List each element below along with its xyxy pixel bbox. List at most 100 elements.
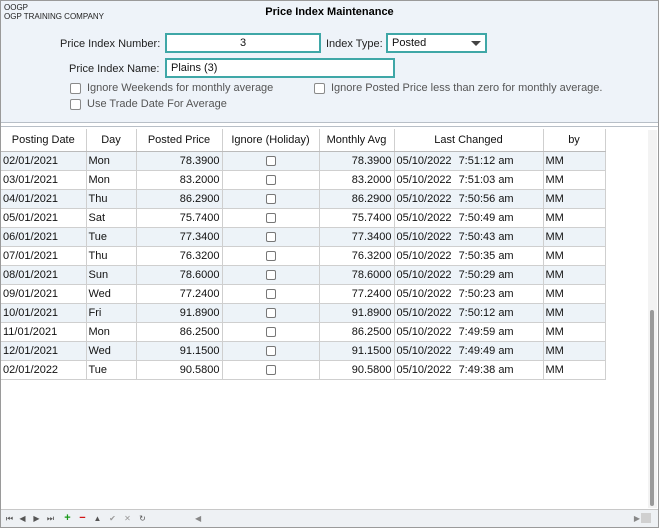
cell-by[interactable]: MM <box>543 360 606 380</box>
ignore-negative-checkbox[interactable]: Ignore Posted Price less than zero for m… <box>314 82 602 94</box>
col-posting-date[interactable]: Posting Date <box>1 129 87 152</box>
cell-posting-date[interactable]: 07/01/2021 <box>1 246 87 266</box>
cell-posting-date[interactable]: 02/01/2021 <box>1 151 87 171</box>
cell-ignore-holiday[interactable] <box>222 284 320 304</box>
cell-posted-price[interactable]: 86.2500 <box>136 322 223 342</box>
table-row[interactable]: 11/01/2021 Mon 86.2500 86.2500 05/10/2022 7:4… <box>1 322 606 342</box>
next-record-icon[interactable]: ▶ <box>31 513 42 524</box>
holiday-checkbox[interactable] <box>265 193 276 204</box>
holiday-checkbox[interactable] <box>265 326 276 337</box>
ignore-weekends-checkbox[interactable]: Ignore Weekends for monthly average <box>70 82 273 94</box>
index-number-field[interactable]: 3 <box>165 33 321 53</box>
cell-by[interactable]: MM <box>543 322 606 342</box>
cell-posting-date[interactable]: 10/01/2021 <box>1 303 87 323</box>
last-record-icon[interactable]: ⏭ <box>45 513 56 524</box>
cell-ignore-holiday[interactable] <box>222 151 320 171</box>
cell-posting-date[interactable]: 05/01/2021 <box>1 208 87 228</box>
cell-by[interactable]: MM <box>543 189 606 209</box>
edit-record-icon[interactable]: ▲ <box>92 513 103 524</box>
cell-ignore-holiday[interactable] <box>222 360 320 380</box>
cell-posted-price[interactable]: 77.3400 <box>136 227 223 247</box>
cell-monthly-avg[interactable]: 86.2900 <box>319 189 395 209</box>
insert-record-icon[interactable]: + <box>62 513 73 524</box>
cell-by[interactable]: MM <box>543 151 606 171</box>
cell-monthly-avg[interactable]: 78.6000 <box>319 265 395 285</box>
col-day[interactable]: Day <box>86 129 137 152</box>
table-row[interactable]: 06/01/2021 Tue 77.3400 77.3400 05/10/2022 7:5… <box>1 227 606 247</box>
cell-last-changed[interactable]: 05/10/2022 7:50:56 am <box>394 189 544 209</box>
cell-ignore-holiday[interactable] <box>222 341 320 361</box>
cell-day[interactable]: Mon <box>86 170 137 190</box>
index-name-field[interactable]: Plains (3) <box>165 58 395 78</box>
cell-ignore-holiday[interactable] <box>222 189 320 209</box>
cell-ignore-holiday[interactable] <box>222 208 320 228</box>
cell-posted-price[interactable]: 83.2000 <box>136 170 223 190</box>
cell-last-changed[interactable]: 05/10/2022 7:50:35 am <box>394 246 544 266</box>
cell-ignore-holiday[interactable] <box>222 265 320 285</box>
cell-last-changed[interactable]: 05/10/2022 7:51:03 am <box>394 170 544 190</box>
holiday-checkbox[interactable] <box>265 174 276 185</box>
cell-by[interactable]: MM <box>543 341 606 361</box>
holiday-checkbox[interactable] <box>265 155 276 166</box>
cell-by[interactable]: MM <box>543 208 606 228</box>
holiday-checkbox[interactable] <box>265 364 276 375</box>
cell-day[interactable]: Tue <box>86 360 137 380</box>
cell-posted-price[interactable]: 91.1500 <box>136 341 223 361</box>
delete-record-icon[interactable]: − <box>77 513 88 524</box>
cell-day[interactable]: Wed <box>86 284 137 304</box>
col-ignore-holiday[interactable]: Ignore (Holiday) <box>222 129 320 152</box>
cell-ignore-holiday[interactable] <box>222 303 320 323</box>
cell-last-changed[interactable]: 05/10/2022 7:50:43 am <box>394 227 544 247</box>
cell-posted-price[interactable]: 78.6000 <box>136 265 223 285</box>
horizontal-scrollbar[interactable]: ◀ ▶ <box>195 514 640 523</box>
cell-day[interactable]: Mon <box>86 322 137 342</box>
post-edit-icon[interactable]: ✔ <box>107 513 118 524</box>
cell-posted-price[interactable]: 91.8900 <box>136 303 223 323</box>
refresh-data-icon[interactable]: ↻ <box>137 513 148 524</box>
table-row[interactable]: 02/01/2021 Mon 78.3900 78.3900 05/10/2022 7:5… <box>1 151 606 171</box>
cell-monthly-avg[interactable]: 77.3400 <box>319 227 395 247</box>
cell-monthly-avg[interactable]: 76.3200 <box>319 246 395 266</box>
cell-last-changed[interactable]: 05/10/2022 7:50:49 am <box>394 208 544 228</box>
table-row[interactable]: 12/01/2021 Wed 91.1500 91.1500 05/10/2022 7:4… <box>1 341 606 361</box>
cell-posting-date[interactable]: 03/01/2021 <box>1 170 87 190</box>
cell-day[interactable]: Mon <box>86 151 137 171</box>
holiday-checkbox[interactable] <box>265 307 276 318</box>
cell-posting-date[interactable]: 02/01/2022 <box>1 360 87 380</box>
price-grid[interactable]: Posting Date Day Posted Price Ignore (Ho… <box>1 129 658 509</box>
holiday-checkbox[interactable] <box>265 250 276 261</box>
use-trade-date-checkbox[interactable]: Use Trade Date For Average <box>70 98 227 110</box>
col-by[interactable]: by <box>543 129 606 152</box>
cell-posted-price[interactable]: 75.7400 <box>136 208 223 228</box>
cancel-edit-icon[interactable]: ✕ <box>122 513 133 524</box>
cell-posting-date[interactable]: 11/01/2021 <box>1 322 87 342</box>
cell-posted-price[interactable]: 76.3200 <box>136 246 223 266</box>
cell-monthly-avg[interactable]: 86.2500 <box>319 322 395 342</box>
cell-ignore-holiday[interactable] <box>222 227 320 247</box>
holiday-checkbox[interactable] <box>265 231 276 242</box>
table-row[interactable]: 08/01/2021 Sun 78.6000 78.6000 05/10/2022 7:5… <box>1 265 606 285</box>
cell-last-changed[interactable]: 05/10/2022 7:51:12 am <box>394 151 544 171</box>
col-last-changed[interactable]: Last Changed <box>394 129 544 152</box>
cell-last-changed[interactable]: 05/10/2022 7:49:49 am <box>394 341 544 361</box>
cell-ignore-holiday[interactable] <box>222 322 320 342</box>
scroll-thumb[interactable] <box>650 310 654 506</box>
prior-record-icon[interactable]: ◀ <box>17 513 28 524</box>
cell-day[interactable]: Sun <box>86 265 137 285</box>
cell-by[interactable]: MM <box>543 303 606 323</box>
cell-posted-price[interactable]: 86.2900 <box>136 189 223 209</box>
cell-monthly-avg[interactable]: 83.2000 <box>319 170 395 190</box>
cell-last-changed[interactable]: 05/10/2022 7:49:38 am <box>394 360 544 380</box>
cell-monthly-avg[interactable]: 75.7400 <box>319 208 395 228</box>
cell-last-changed[interactable]: 05/10/2022 7:49:59 am <box>394 322 544 342</box>
table-row[interactable]: 05/01/2021 Sat 75.7400 75.7400 05/10/2022 7:5… <box>1 208 606 228</box>
cell-posted-price[interactable]: 77.2400 <box>136 284 223 304</box>
cell-monthly-avg[interactable]: 77.2400 <box>319 284 395 304</box>
cell-ignore-holiday[interactable] <box>222 170 320 190</box>
holiday-checkbox[interactable] <box>265 345 276 356</box>
cell-last-changed[interactable]: 05/10/2022 7:50:29 am <box>394 265 544 285</box>
table-row[interactable]: 07/01/2021 Thu 76.3200 76.3200 05/10/2022 7:5… <box>1 246 606 266</box>
vertical-scrollbar[interactable] <box>648 130 657 508</box>
cell-last-changed[interactable]: 05/10/2022 7:50:23 am <box>394 284 544 304</box>
cell-monthly-avg[interactable]: 90.5800 <box>319 360 395 380</box>
